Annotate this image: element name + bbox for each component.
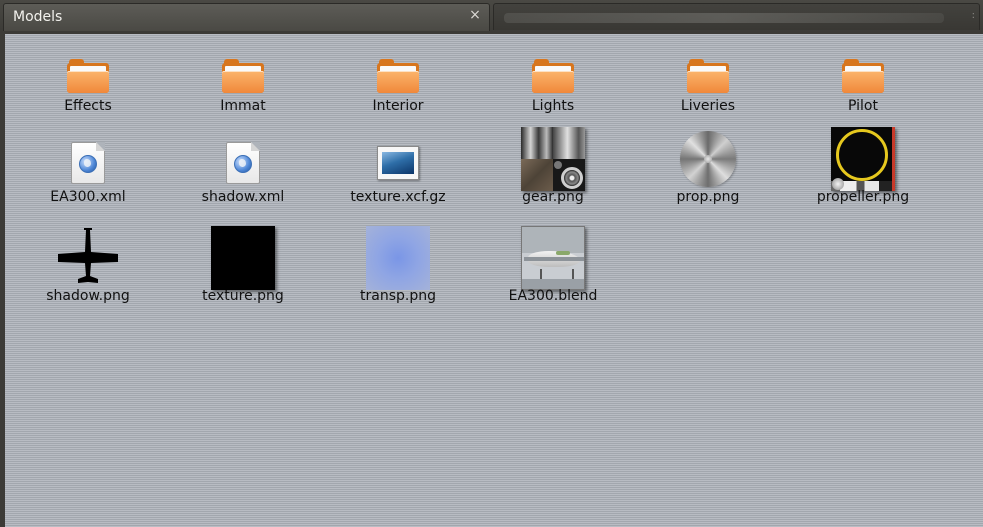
file-item-transp-png[interactable]: transp.png: [323, 220, 473, 316]
file-item-texture-xcf[interactable]: texture.xcf.gz: [323, 129, 473, 225]
item-label: EA300.blend: [508, 288, 598, 304]
black-texture-thumbnail: [211, 226, 275, 290]
tab-bar: Models × :: [0, 0, 983, 32]
file-item-propeller-png[interactable]: propeller.png: [788, 121, 938, 217]
file-item-ea300-blend[interactable]: EA300.blend: [478, 220, 628, 316]
folder-item-interior[interactable]: Interior: [323, 42, 473, 138]
tab-second[interactable]: :: [493, 3, 980, 30]
tab-blurred-title: [504, 13, 944, 23]
blend-preview-thumbnail: [521, 226, 585, 290]
item-label: Lights: [531, 98, 575, 114]
file-item-shadow-xml[interactable]: shadow.xml: [168, 129, 318, 225]
item-label: Liveries: [680, 98, 736, 114]
item-label: shadow.xml: [201, 189, 285, 205]
folder-item-immat[interactable]: Immat: [168, 42, 318, 138]
tab-title: Models: [13, 9, 63, 25]
file-manager-window: Models × : Effects Immat Interior Lights…: [0, 0, 983, 527]
item-label: shadow.png: [46, 288, 130, 304]
file-item-ea300-xml[interactable]: EA300.xml: [13, 129, 163, 225]
item-label: Pilot: [848, 98, 878, 114]
item-label: Interior: [372, 98, 424, 114]
folder-icon: [687, 59, 729, 93]
file-item-gear-png[interactable]: gear.png: [478, 121, 628, 217]
xml-document-icon: [226, 142, 260, 184]
propeller-thumbnail: [831, 127, 895, 191]
folder-icon: [377, 59, 419, 93]
tab-menu-icon[interactable]: :: [972, 10, 975, 21]
item-label: gear.png: [522, 189, 584, 205]
xml-document-icon: [71, 142, 105, 184]
item-label: EA300.xml: [50, 189, 126, 205]
image-thumbnail-icon: [377, 146, 419, 180]
folder-icon: [222, 59, 264, 93]
airplane-silhouette-icon: [58, 228, 118, 283]
gear-thumbnail: [521, 127, 585, 191]
transparency-thumbnail: [366, 226, 430, 290]
tab-models[interactable]: Models ×: [3, 3, 490, 31]
item-label: Effects: [64, 98, 112, 114]
file-item-texture-png[interactable]: texture.png: [168, 220, 318, 316]
folder-icon: [532, 59, 574, 93]
folder-icon: [842, 59, 884, 93]
item-label: Immat: [220, 98, 266, 114]
item-label: propeller.png: [816, 189, 910, 205]
file-view[interactable]: Effects Immat Interior Lights Liveries P…: [5, 34, 983, 527]
item-label: transp.png: [360, 288, 436, 304]
file-item-shadow-png[interactable]: shadow.png: [13, 220, 163, 316]
file-item-prop-png[interactable]: prop.png: [633, 121, 783, 217]
prop-disc-thumbnail: [680, 131, 736, 187]
folder-icon: [67, 59, 109, 93]
item-label: texture.xcf.gz: [350, 189, 446, 205]
folder-item-effects[interactable]: Effects: [13, 42, 163, 138]
item-label: texture.png: [202, 288, 284, 304]
item-label: prop.png: [676, 189, 740, 205]
close-icon[interactable]: ×: [467, 7, 483, 23]
